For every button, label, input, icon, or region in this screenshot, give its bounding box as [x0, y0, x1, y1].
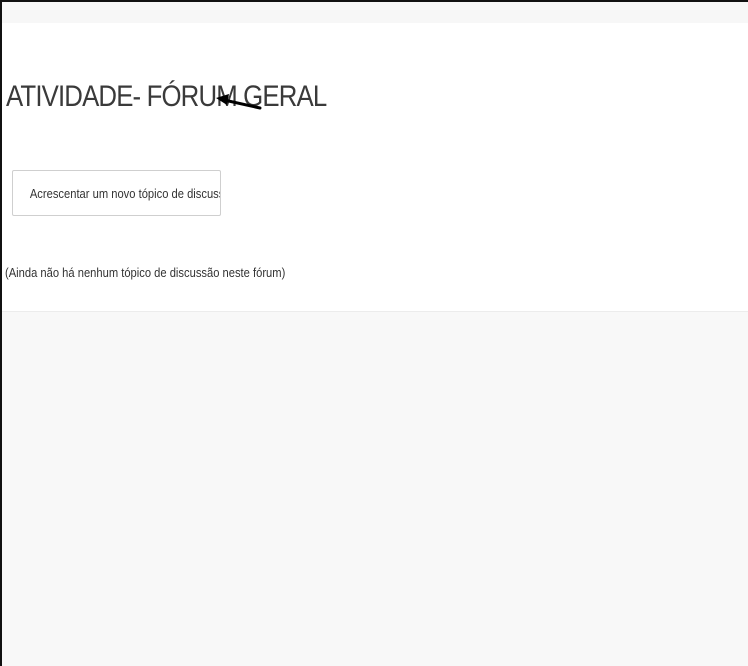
arrow-left-icon	[216, 94, 262, 110]
empty-forum-message: (Ainda não há nenhum tópico de discussão…	[5, 265, 286, 280]
page-title: ATIVIDADE- FÓRUM GERAL	[6, 80, 327, 113]
add-topic-button-label: Acrescentar um novo tópico de discussão	[29, 185, 221, 201]
top-strip	[2, 2, 748, 23]
forum-page: ATIVIDADE- FÓRUM GERAL Acrescentar um no…	[0, 0, 748, 666]
add-topic-button[interactable]: Acrescentar um novo tópico de discussão	[12, 170, 221, 216]
